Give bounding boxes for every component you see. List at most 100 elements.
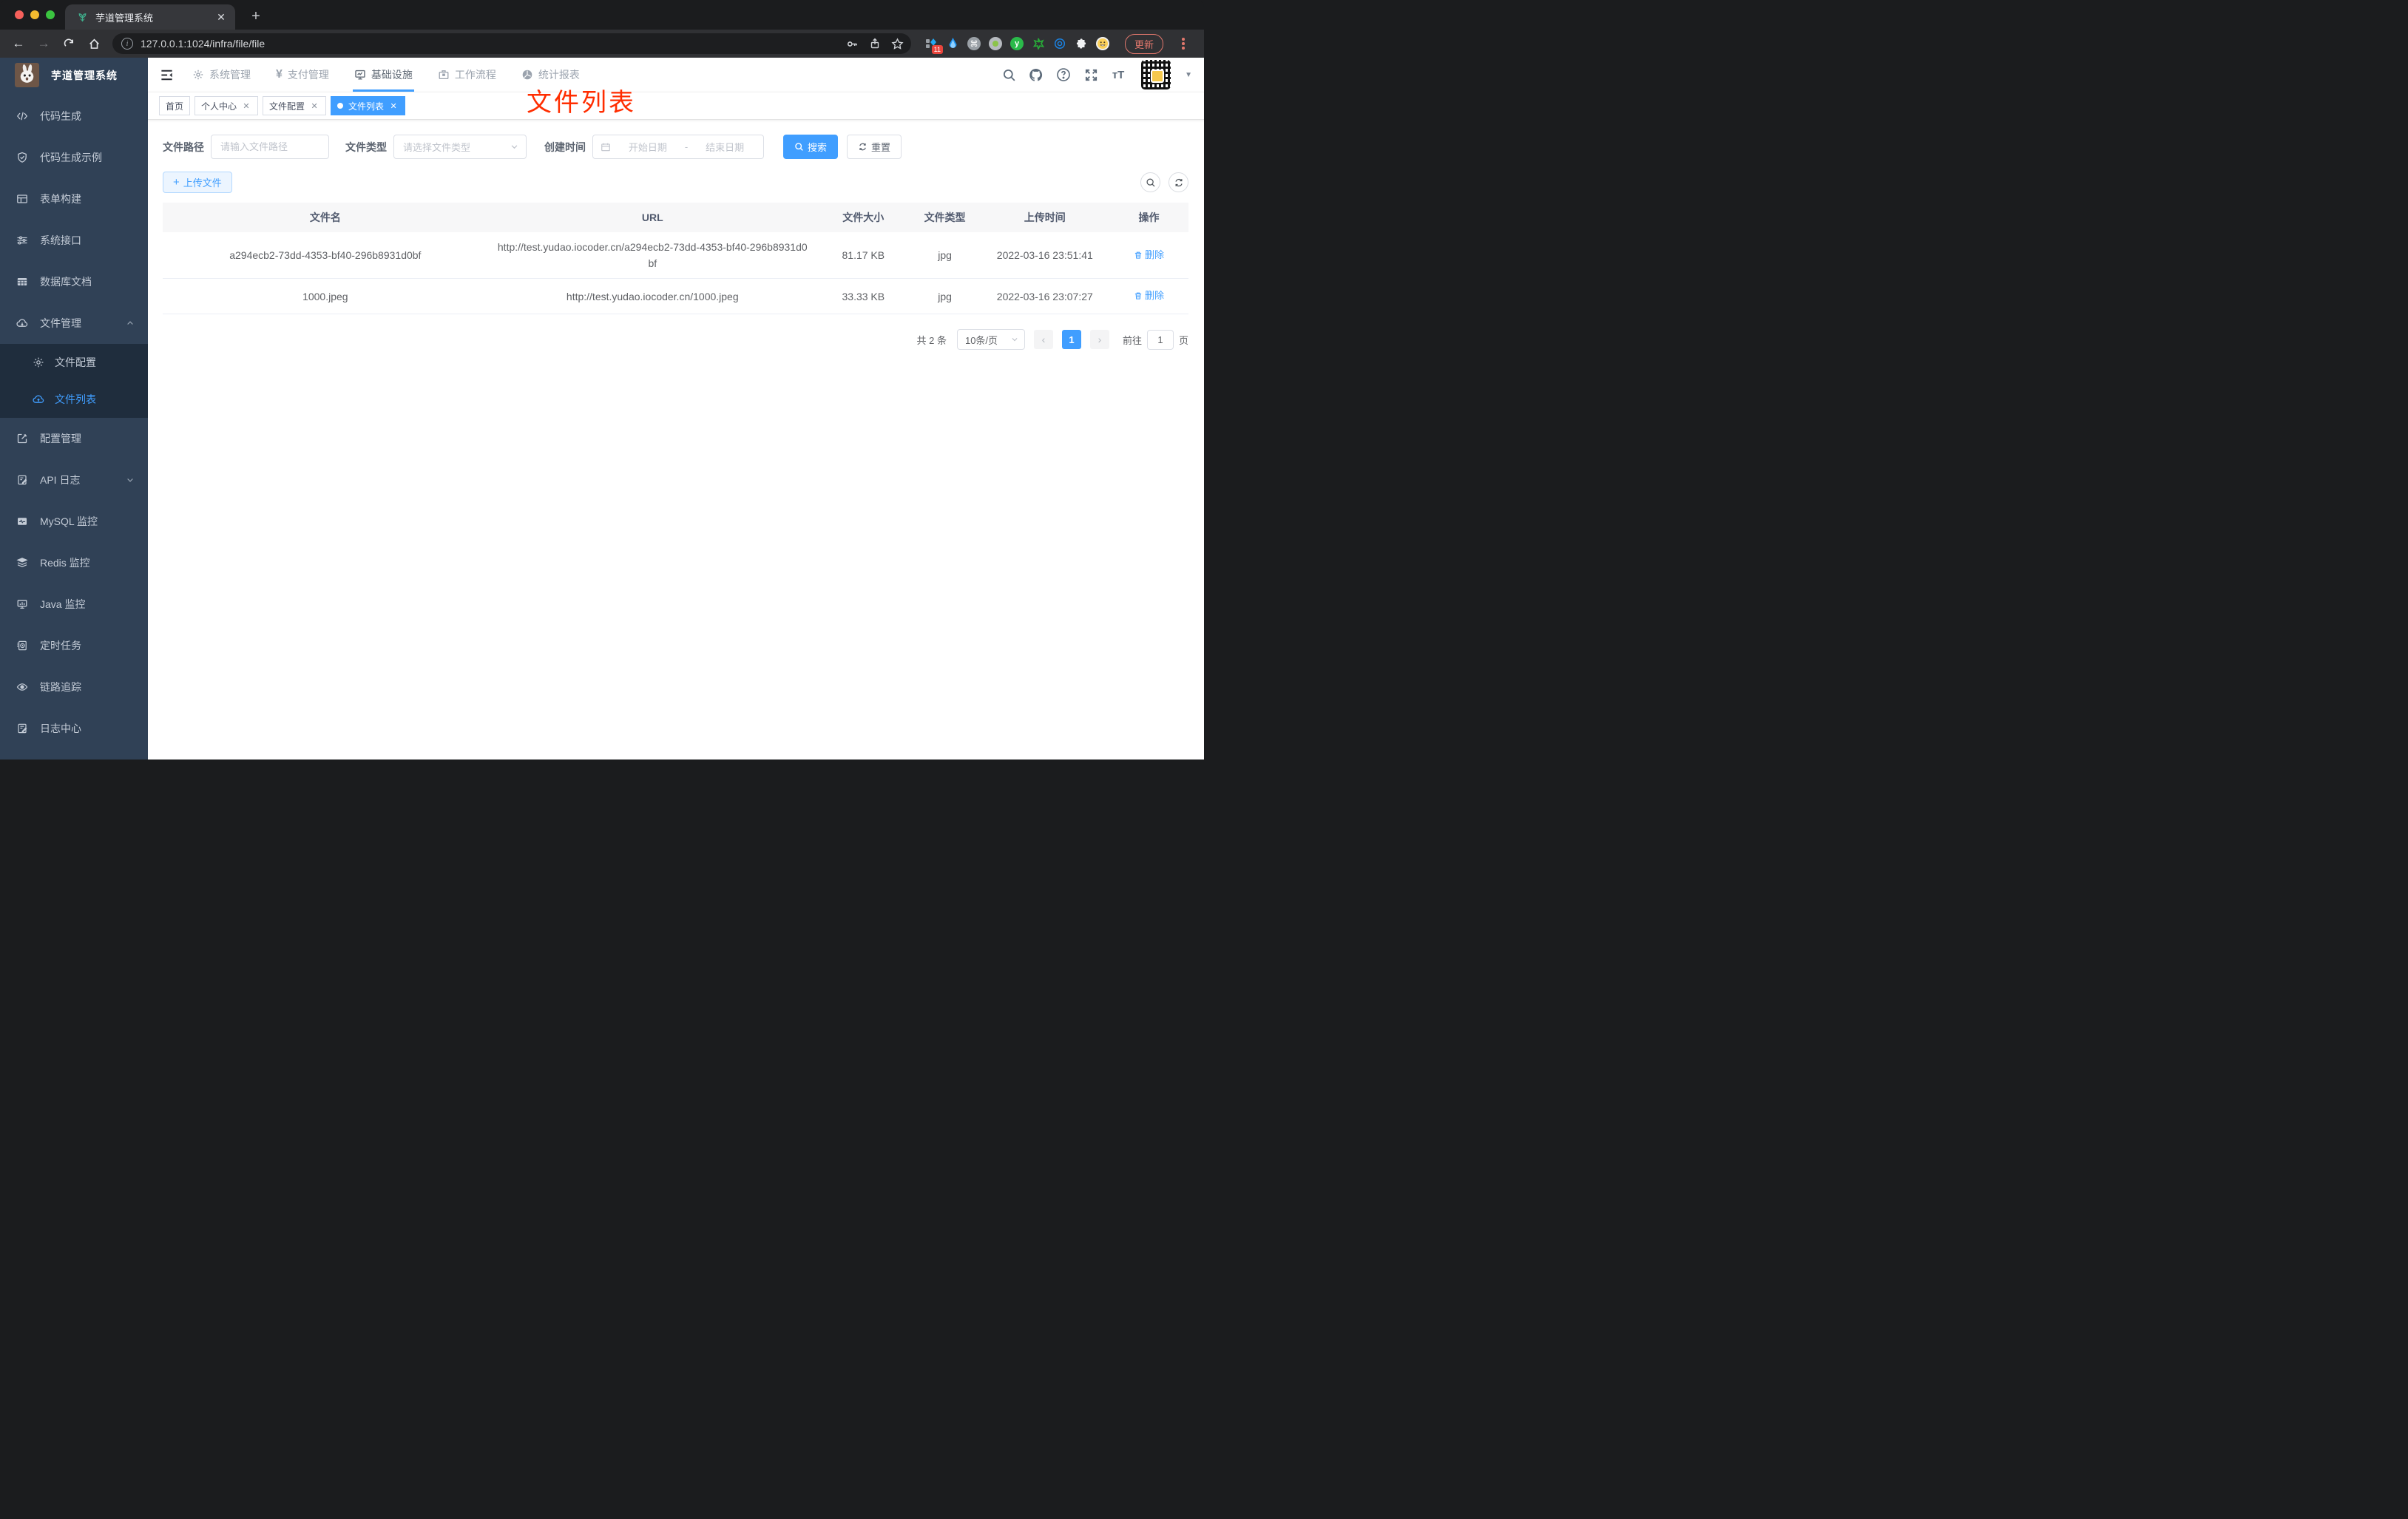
close-icon[interactable]: ✕ (388, 101, 399, 111)
page-size-select[interactable]: 10条/页 (956, 329, 1025, 350)
favicon-seedling-icon (77, 12, 88, 23)
nav-label: 统计报表 (538, 69, 580, 81)
gauge-icon (521, 69, 533, 81)
sidebar-item-form-builder[interactable]: 表单构建 (0, 178, 148, 220)
sidebar-item-db-doc[interactable]: 数据库文档 (0, 261, 148, 302)
sidebar-item-mysql-monitor[interactable]: MySQL 监控 (0, 501, 148, 542)
extension-star-icon[interactable] (1032, 37, 1045, 50)
reload-button[interactable] (58, 33, 80, 55)
new-tab-button[interactable]: + (246, 7, 266, 27)
trash-icon (1134, 291, 1143, 300)
nav-payment-management[interactable]: ¥ 支付管理 (276, 58, 329, 92)
col-header-type: 文件类型 (924, 212, 966, 223)
search-icon[interactable] (1001, 67, 1016, 82)
end-date-placeholder[interactable]: 结束日期 (694, 140, 756, 154)
extension-drop-icon[interactable] (946, 37, 959, 50)
file-path-input[interactable] (211, 135, 329, 159)
help-icon[interactable] (1056, 67, 1071, 82)
password-key-icon[interactable] (846, 38, 859, 50)
share-icon[interactable] (869, 38, 881, 50)
window-minimize-button[interactable] (30, 10, 39, 19)
extension-badge: 11 (931, 45, 943, 54)
extensions-puzzle-icon[interactable] (1075, 37, 1088, 50)
sidebar-item-log-center[interactable]: 日志中心 (0, 708, 148, 749)
search-button[interactable]: 搜索 (783, 135, 839, 159)
file-type-select[interactable]: 请选择文件类型 (393, 135, 527, 159)
next-page-button[interactable]: › (1089, 330, 1109, 349)
nav-system-management[interactable]: 系统管理 (192, 58, 251, 92)
sidebar-item-api-log[interactable]: API 日志 (0, 459, 148, 501)
extension-y-icon[interactable]: y (1010, 37, 1024, 50)
toggle-search-button[interactable] (1140, 172, 1160, 192)
sidebar-item-code-demo[interactable]: 代码生成示例 (0, 137, 148, 178)
sidebar-item-system-api[interactable]: 系统接口 (0, 220, 148, 261)
sidebar-item-scheduled-tasks[interactable]: 定时任务 (0, 625, 148, 666)
delete-button[interactable]: 删除 (1134, 288, 1164, 304)
browser-update-button[interactable]: 更新 (1125, 33, 1164, 54)
refresh-table-button[interactable] (1169, 172, 1188, 192)
extension-command-icon[interactable]: ⌘ (967, 37, 981, 50)
sidebar-item-code-gen[interactable]: 代码生成 (0, 95, 148, 137)
tag-profile[interactable]: 个人中心 ✕ (195, 96, 259, 115)
window-controls[interactable] (15, 10, 55, 19)
tag-file-list[interactable]: 文件列表 ✕ (331, 96, 406, 115)
start-date-placeholder[interactable]: 开始日期 (617, 140, 679, 154)
eye-icon (16, 681, 28, 693)
close-icon[interactable]: ✕ (241, 101, 251, 111)
forward-button[interactable]: → (33, 33, 55, 55)
address-bar[interactable]: i 127.0.0.1:1024/infra/file/file (112, 33, 911, 54)
sidebar-item-config-management[interactable]: 配置管理 (0, 418, 148, 459)
bookmark-star-icon[interactable] (891, 37, 904, 50)
site-info-icon[interactable]: i (121, 38, 133, 50)
sidebar-item-trace[interactable]: 链路追踪 (0, 666, 148, 708)
briefcase-icon (438, 69, 450, 81)
sidebar-item-file-management[interactable]: 文件管理 (0, 302, 148, 344)
nav-infrastructure[interactable]: 基础设施 (352, 58, 414, 92)
page-content: 文件路径 文件类型 请选择文件类型 创建时间 开始日期 - (148, 120, 1204, 760)
window-close-button[interactable] (15, 10, 24, 19)
date-range-picker[interactable]: 开始日期 - 结束日期 (592, 135, 764, 159)
home-button[interactable] (83, 33, 105, 55)
nav-statistics[interactable]: 统计报表 (521, 58, 580, 92)
tag-home[interactable]: 首页 (159, 96, 191, 115)
sidebar-item-label: 表单构建 (40, 193, 81, 205)
github-icon[interactable] (1029, 67, 1044, 82)
file-table: 文件名 URL 文件大小 文件类型 上传时间 操作 a294ecb2-73dd-… (163, 203, 1188, 314)
gear-icon (33, 356, 44, 368)
extension-blocks-icon[interactable]: 11 (924, 37, 943, 54)
user-menu-caret-icon[interactable]: ▼ (1185, 71, 1192, 79)
upload-file-button[interactable]: + 上传文件 (163, 172, 232, 193)
create-time-label: 创建时间 (544, 141, 586, 153)
back-button[interactable]: ← (7, 33, 30, 55)
sidebar-item-label: API 日志 (40, 474, 81, 486)
sidebar-item-redis-monitor[interactable]: Redis 监控 (0, 542, 148, 583)
extension-dot-icon[interactable] (989, 37, 1002, 50)
col-header-actions: 操作 (1138, 212, 1160, 223)
delete-button[interactable]: 删除 (1134, 247, 1164, 263)
extension-eye-icon[interactable] (1053, 37, 1066, 50)
chevron-down-icon (1011, 336, 1018, 343)
sidebar-logo-row[interactable]: 芋道管理系统 (0, 58, 148, 92)
font-size-icon[interactable]: ᴛT (1111, 67, 1126, 82)
url-text[interactable]: 127.0.0.1:1024/infra/file/file (141, 38, 836, 50)
browser-tab[interactable]: 芋道管理系统 ✕ (65, 4, 235, 30)
user-avatar-qr[interactable] (1141, 60, 1171, 89)
tag-file-config[interactable]: 文件配置 ✕ (263, 96, 327, 115)
fullscreen-icon[interactable] (1083, 67, 1098, 82)
cell-size: 33.33 KB (842, 290, 885, 302)
reset-button[interactable]: 重置 (847, 135, 902, 159)
tag-label: 文件列表 (348, 101, 385, 112)
nav-workflow[interactable]: 工作流程 (438, 58, 496, 92)
browser-menu-icon[interactable] (1177, 38, 1189, 50)
goto-page-input[interactable] (1146, 329, 1174, 350)
profile-emoji-icon[interactable] (1096, 37, 1109, 50)
sidebar-item-file-config[interactable]: 文件配置 (0, 344, 148, 381)
page-number-button[interactable]: 1 (1061, 330, 1081, 349)
tab-close-icon[interactable]: ✕ (214, 10, 228, 24)
sidebar-item-file-list[interactable]: 文件列表 (0, 381, 148, 418)
sidebar-collapse-button[interactable] (154, 62, 179, 87)
sidebar-item-java-monitor[interactable]: Java 监控 (0, 583, 148, 625)
prev-page-button[interactable]: ‹ (1033, 330, 1053, 349)
close-icon[interactable]: ✕ (309, 101, 319, 111)
window-zoom-button[interactable] (46, 10, 55, 19)
